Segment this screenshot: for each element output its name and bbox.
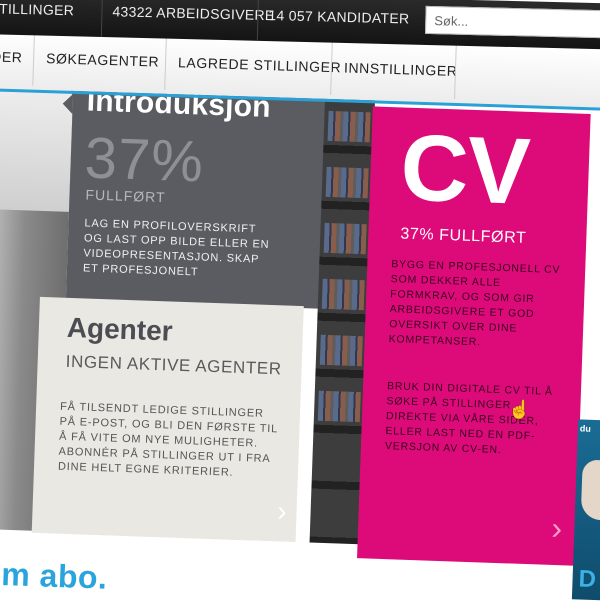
intro-text: Lag en profiloverskrift og last opp bild… xyxy=(82,217,270,279)
nav-item-partial[interactable]: DER xyxy=(0,30,23,85)
chevron-right-icon[interactable]: › xyxy=(551,510,563,547)
stat-partial: STILLINGER xyxy=(0,0,75,19)
intro-card[interactable]: Introduksjon 37% FULLFØRT Lag en profilo… xyxy=(62,73,336,311)
search-input[interactable]: Søk... xyxy=(425,5,600,39)
cv-title: CV xyxy=(398,114,532,224)
cv-card[interactable]: CV 37% FULLFØRT Bygg en profesjonell CV … xyxy=(357,106,591,566)
cv-percent: 37% FULLFØRT xyxy=(400,225,527,247)
cv-text-2: Bruk din digitale CV til å søke på still… xyxy=(384,380,554,457)
books xyxy=(321,278,365,311)
cv-text-1: Bygg en profesjonell CV som dekker alle … xyxy=(388,258,561,349)
books xyxy=(323,222,367,255)
promo-tag: du xyxy=(579,423,592,434)
books xyxy=(327,110,371,143)
chevron-right-icon[interactable]: › xyxy=(277,495,287,527)
books xyxy=(317,390,361,423)
heading-partial: m abo. xyxy=(0,556,109,596)
employers-count[interactable]: 43322 ARBEIDSGIVERE xyxy=(100,0,276,42)
agent-subtitle: INGEN AKTIVE AGENTER xyxy=(65,351,282,379)
books xyxy=(325,166,369,199)
nav-item-empty[interactable] xyxy=(454,44,469,100)
face-shape xyxy=(580,459,600,521)
intro-notch xyxy=(62,93,74,114)
intro-percent: 37% xyxy=(83,125,205,195)
candidates-count[interactable]: 14 057 KANDIDATER xyxy=(256,0,410,45)
nav-item-sokeagenter[interactable]: SØKEAGENTER xyxy=(32,31,161,90)
books xyxy=(319,334,363,367)
nav-item-innstillinger[interactable]: INNSTILLINGER xyxy=(330,41,459,100)
promo-letter: D xyxy=(578,565,597,594)
hand-cursor-icon: ☝ xyxy=(507,399,532,421)
agent-text: Få tilsendt ledige stillinger på e-post,… xyxy=(57,400,278,479)
nav-item-lagrede[interactable]: LAGREDE STILLINGER xyxy=(164,35,343,96)
agent-card[interactable]: Agenter INGEN AKTIVE AGENTER Få tilsendt… xyxy=(31,296,304,542)
intro-status: FULLFØRT xyxy=(85,186,166,206)
agent-title: Agenter xyxy=(66,311,174,347)
